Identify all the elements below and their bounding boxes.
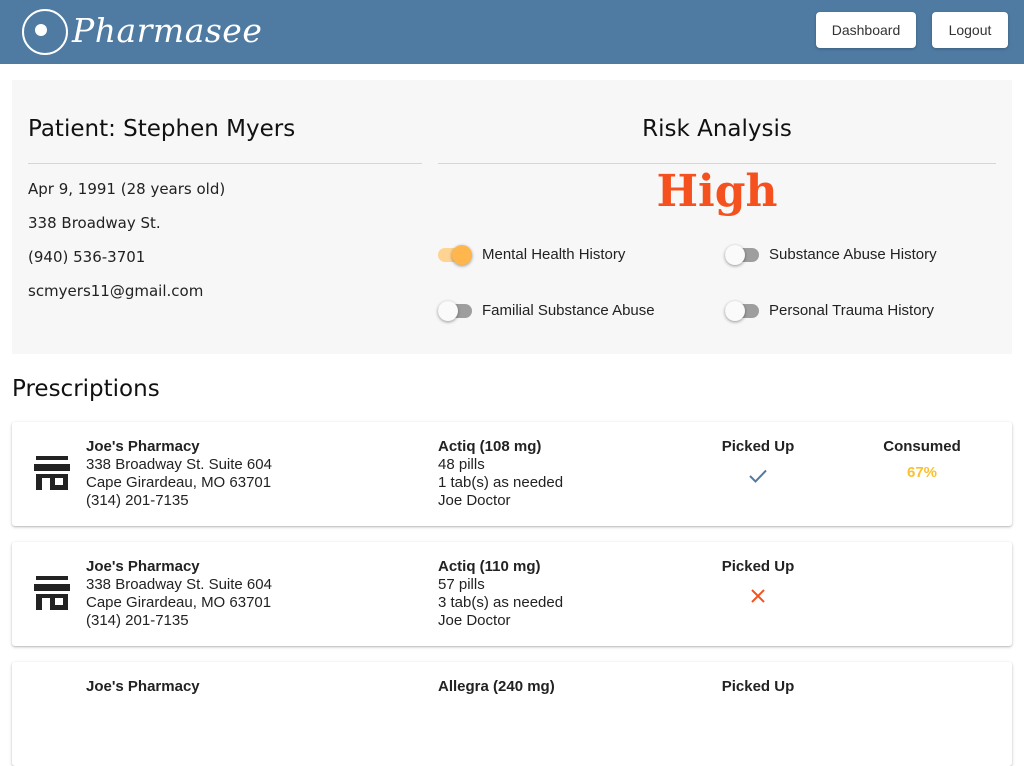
dashboard-button[interactable]: Dashboard [816, 12, 916, 48]
substance-abuse-label: Substance Abuse History [769, 246, 937, 263]
pharmacy-name: Joe's Pharmacy [86, 438, 200, 455]
prescribing-doctor: Joe Doctor [438, 492, 511, 509]
pharmacy-city: Cape Girardeau, MO 63701 [86, 594, 272, 611]
divider [438, 163, 996, 164]
drug-name: Allegra (240 mg) [438, 678, 555, 695]
top-app-bar: Pharmasee Dashboard Logout [0, 0, 1024, 64]
patient-title: Patient: Stephen Myers [28, 116, 296, 142]
prescription-card[interactable]: Joe's Pharmacy 338 Broadway St. Suite 60… [12, 422, 1012, 526]
drug-quantity: 57 pills [438, 576, 485, 593]
brand-logo[interactable]: Pharmasee [22, 9, 262, 55]
pharmacy-phone: (314) 201-7135 [86, 492, 189, 509]
patient-panel: Patient: Stephen Myers Apr 9, 1991 (28 y… [12, 80, 1012, 354]
store-icon [34, 576, 70, 610]
familial-substance-toggle[interactable] [438, 301, 472, 321]
patient-email: scmyers11@gmail.com [28, 282, 204, 300]
pharmacy-name: Joe's Pharmacy [86, 558, 200, 575]
substance-abuse-toggle[interactable] [725, 245, 759, 265]
pharmacy-city: Cape Girardeau, MO 63701 [86, 474, 272, 491]
drug-info: Allegra (240 mg) [438, 678, 555, 696]
mental-health-toggle[interactable] [438, 245, 472, 265]
prescriptions-title: Prescriptions [12, 376, 160, 402]
patient-address: 338 Broadway St. [28, 214, 161, 232]
familial-substance-label: Familial Substance Abuse [482, 302, 655, 319]
prescription-card[interactable]: Joe's Pharmacy 338 Broadway St. Suite 60… [12, 542, 1012, 646]
prescribing-doctor: Joe Doctor [438, 612, 511, 629]
pharmacy-info: Joe's Pharmacy [86, 678, 200, 696]
drug-dosage: 1 tab(s) as needed [438, 474, 564, 491]
store-icon [34, 456, 70, 490]
personal-trauma-label: Personal Trauma History [769, 302, 935, 319]
pharmacy-street: 338 Broadway St. Suite 604 [86, 576, 272, 593]
logout-button[interactable]: Logout [932, 12, 1008, 48]
drug-dosage: 3 tab(s) as needed [438, 594, 564, 611]
mental-health-label: Mental Health History [482, 246, 626, 263]
pharmacy-name: Joe's Pharmacy [86, 678, 200, 695]
drug-name: Actiq (108 mg) [438, 438, 542, 455]
check-icon [749, 469, 767, 483]
pharmacy-phone: (314) 201-7135 [86, 612, 189, 629]
consumed-header: Consumed [883, 438, 961, 455]
drug-info: Actiq (110 mg) 57 pills 3 tab(s) as need… [438, 558, 563, 630]
prescription-card[interactable]: Joe's Pharmacy Allegra (240 mg) Picked U… [12, 662, 1012, 766]
risk-level: High [656, 166, 778, 217]
brand-name: Pharmasee [72, 11, 263, 50]
pharmacy-info: Joe's Pharmacy 338 Broadway St. Suite 60… [86, 438, 272, 510]
personal-trauma-toggle[interactable] [725, 301, 759, 321]
drug-name: Actiq (110 mg) [438, 558, 541, 575]
divider [28, 163, 422, 164]
patient-phone: (940) 536-3701 [28, 248, 146, 266]
consumed-value: 67% [906, 464, 938, 481]
picked-up-header: Picked Up [721, 678, 795, 695]
picked-up-header: Picked Up [721, 438, 795, 455]
drug-info: Actiq (108 mg) 48 pills 1 tab(s) as need… [438, 438, 563, 510]
patient-dob: Apr 9, 1991 (28 years old) [28, 180, 226, 198]
risk-analysis-title: Risk Analysis [642, 116, 792, 142]
pharmacy-street: 338 Broadway St. Suite 604 [86, 456, 272, 473]
drug-quantity: 48 pills [438, 456, 485, 473]
logo-circle-icon [22, 9, 68, 55]
close-icon [751, 589, 765, 603]
picked-up-header: Picked Up [721, 558, 795, 575]
pharmacy-info: Joe's Pharmacy 338 Broadway St. Suite 60… [86, 558, 272, 630]
